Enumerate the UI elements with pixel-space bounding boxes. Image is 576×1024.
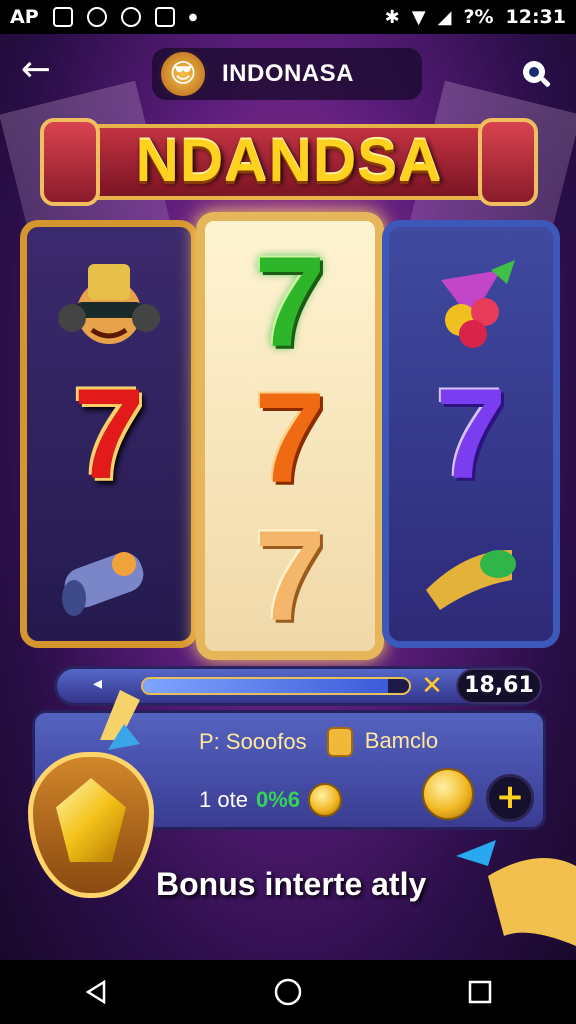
reel-symbol-seven: 7 — [254, 367, 326, 510]
page-title: INDONASA — [222, 60, 355, 87]
title-pill: 😎 INDONASA — [152, 48, 422, 100]
fruit-cluster-icon — [389, 237, 553, 373]
circle-home-icon — [274, 978, 302, 1006]
progress-bar — [141, 677, 411, 695]
app-notification-icon — [154, 7, 175, 27]
progress-fill — [143, 679, 388, 693]
close-icon[interactable]: ✕ — [415, 669, 449, 703]
banner-title: NDANDSA — [135, 127, 443, 194]
panel-label-left: P: Sooofos — [199, 729, 307, 754]
nav-recents-button[interactable] — [450, 962, 510, 1022]
reel-center: 7 7 7 — [196, 212, 384, 660]
reel-symbol-seven: 7 — [254, 505, 326, 648]
clock: 12:31 — [505, 6, 566, 28]
dj-character-icon — [27, 237, 191, 373]
square-recents-icon — [468, 980, 492, 1004]
wifi-icon: ▼ — [411, 6, 426, 28]
location-notification-icon — [120, 7, 141, 27]
app-header: ← 😎 INDONASA — [0, 36, 576, 112]
gem-emblem-icon — [28, 752, 154, 898]
avatar[interactable]: 😎 — [158, 49, 208, 99]
system-nav-bar — [0, 960, 576, 1024]
panel-label-right-wrap[interactable]: Bamclo — [326, 727, 439, 757]
blue-crystal-icon — [108, 724, 140, 750]
search-button[interactable] — [514, 52, 558, 96]
horn-item-icon — [389, 507, 553, 643]
gold-coin-icon[interactable] — [422, 768, 474, 820]
bonus-text: Bonus interte atly — [156, 866, 427, 902]
battery-label: ?% — [463, 6, 494, 28]
signal-icon: ◢ — [437, 6, 452, 28]
nav-back-button[interactable] — [66, 962, 126, 1022]
balance-counter: 18,61 — [456, 668, 542, 704]
bluetooth-icon: ✱ — [384, 6, 400, 28]
search-icon — [523, 61, 551, 87]
coin-icon — [307, 783, 342, 817]
rate-text: 1 ote — [199, 787, 248, 812]
add-button[interactable]: + — [486, 774, 534, 822]
image-notification-icon — [52, 7, 73, 27]
reel-left: 7 — [20, 220, 198, 648]
sync-notification-icon — [86, 7, 107, 27]
carrier-label: AP — [10, 6, 39, 28]
rate-percent: 0%6 — [255, 787, 300, 812]
reel-symbol-seven: 7 — [254, 231, 326, 374]
reel-right: 7 — [382, 220, 560, 648]
panel-label-right: Bamclo — [364, 727, 439, 753]
nav-home-button[interactable] — [258, 962, 318, 1022]
corner-ribbon-icon — [456, 840, 576, 946]
reel-symbol-seven: 7 — [435, 363, 507, 506]
back-arrow-icon[interactable]: ← — [14, 50, 58, 94]
game-banner: NDANDSA — [40, 118, 538, 206]
status-bar: AP ● ✱ ▼ ◢ ?% 12:31 — [0, 0, 576, 34]
ticket-icon — [326, 727, 353, 757]
triangle-back-icon — [85, 979, 106, 1005]
rocket-item-icon — [27, 507, 191, 643]
slot-reels: 7 7 7 7 7 — [20, 212, 560, 660]
reel-symbol-seven: 7 — [73, 363, 145, 506]
dot-icon: ● — [188, 11, 198, 23]
